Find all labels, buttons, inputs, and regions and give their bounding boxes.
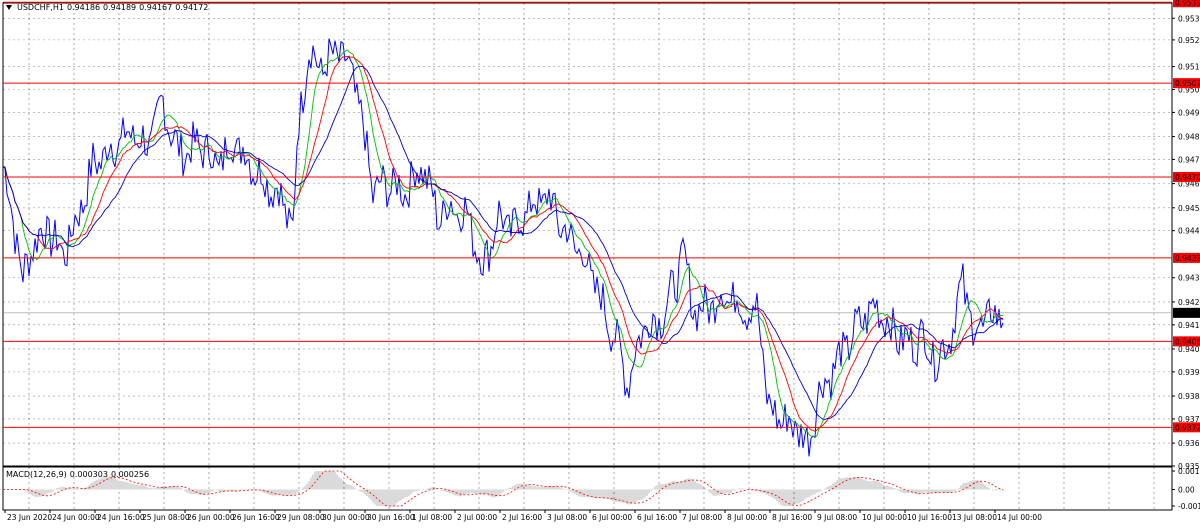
time-axis-label: 3 Jul 08:00 (547, 513, 587, 522)
macd-main-value: 0.000303 (69, 470, 108, 479)
time-axis-label: 24 Jun 00:00 (52, 513, 100, 522)
open-value: 0.94186 (66, 3, 101, 12)
macd-axis-label: 0.00121 (1178, 467, 1200, 476)
time-axis-label: 25 Jun 08:00 (142, 513, 190, 522)
macd-signal-value: 0.000256 (110, 470, 150, 479)
time-axis-label: 24 Jun 16:00 (97, 513, 145, 522)
low-value: 0.94167 (139, 3, 173, 12)
macd-frame (2, 466, 1173, 511)
price-chart[interactable]: 0.953300.952450.951400.950500.949600.948… (0, 0, 1200, 527)
price-axis-label: 0.94865 (1178, 133, 1200, 142)
price-axis-label: 0.95245 (1178, 36, 1200, 45)
level-price-label: 0.94706 (1175, 173, 1200, 182)
close-value: 0.94172 (175, 3, 209, 12)
time-axis-label: 30 Jun 16:00 (367, 513, 415, 522)
level-price-label: 0.95393 (1175, 0, 1200, 7)
time-axis-label: 13 Jul 08:00 (952, 513, 997, 522)
symbol-label: USDCHF,H1 (17, 3, 64, 12)
level-price-label: 0.93722 (1175, 423, 1200, 432)
time-axis-label: 10 Jul 16:00 (907, 513, 952, 522)
time-axis-label: 8 Jul 16:00 (772, 513, 812, 522)
price-axis-label: 0.94125 (1178, 321, 1200, 330)
price-axis-label: 0.94960 (1178, 108, 1200, 117)
price-axis-label: 0.95140 (1178, 63, 1200, 72)
time-axis-label: 9 Jul 08:00 (817, 513, 857, 522)
current-price-label: 0.94172 (1175, 309, 1200, 318)
time-axis-label: 10 Jul 00:00 (862, 513, 907, 522)
chart-window[interactable]: 0.953300.952450.951400.950500.949600.948… (0, 0, 1200, 527)
time-axis-label: 26 Jun 16:00 (232, 513, 280, 522)
time-axis-label: 1 Jul 08:00 (412, 513, 452, 522)
price-axis-label: 0.95330 (1178, 14, 1200, 23)
time-axis-label: 30 Jun 00:00 (322, 513, 370, 522)
level-price-label: 0.94060 (1175, 337, 1200, 346)
price-axis-label: 0.93940 (1178, 368, 1200, 377)
macd-header: MACD(12,26,9) 0.000303 0.000256 (6, 470, 149, 479)
time-axis-label: 2 Jul 16:00 (502, 513, 542, 522)
time-axis-label: 6 Jul 16:00 (637, 513, 677, 522)
time-axis-label: 6 Jul 00:00 (592, 513, 632, 522)
level-price-label: 0.95075 (1175, 79, 1200, 88)
time-axis-label: 29 Jun 08:00 (277, 513, 325, 522)
time-axis-label: 7 Jul 08:00 (682, 513, 722, 522)
price-axis-label: 0.94215 (1178, 298, 1200, 307)
time-axis-label: 8 Jul 00:00 (727, 513, 767, 522)
macd-axis-label: -0.00108 (1178, 502, 1200, 511)
price-axis-label: 0.94310 (1178, 274, 1200, 283)
main-chart-frame (2, 2, 1173, 467)
price-line (2, 38, 1004, 457)
price-axis-label: 0.93660 (1178, 439, 1200, 448)
price-axis-label: 0.94495 (1178, 227, 1200, 236)
time-axis-label: 14 Jul 00:00 (997, 513, 1042, 522)
level-price-label: 0.94388 (1175, 254, 1200, 263)
price-axis-label: 0.93845 (1178, 392, 1200, 401)
high-value: 0.94189 (103, 3, 137, 12)
time-axis-label: 23 Jun 2020 (7, 513, 52, 522)
price-axis-label: 0.94585 (1178, 204, 1200, 213)
macd-title: MACD(12,26,9) (6, 470, 67, 479)
time-axis-label: 2 Jul 00:00 (457, 513, 497, 522)
chart-header: USDCHF,H1 0.94186 0.94189 0.94167 0.9417… (6, 3, 208, 12)
macd-axis-label: 0.00 (1178, 485, 1195, 494)
collapse-triangle-icon[interactable] (6, 5, 12, 10)
time-axis-label: 26 Jun 00:00 (187, 513, 235, 522)
ma-fast-line (2, 49, 1004, 439)
price-axis-label: 0.94775 (1178, 155, 1200, 164)
